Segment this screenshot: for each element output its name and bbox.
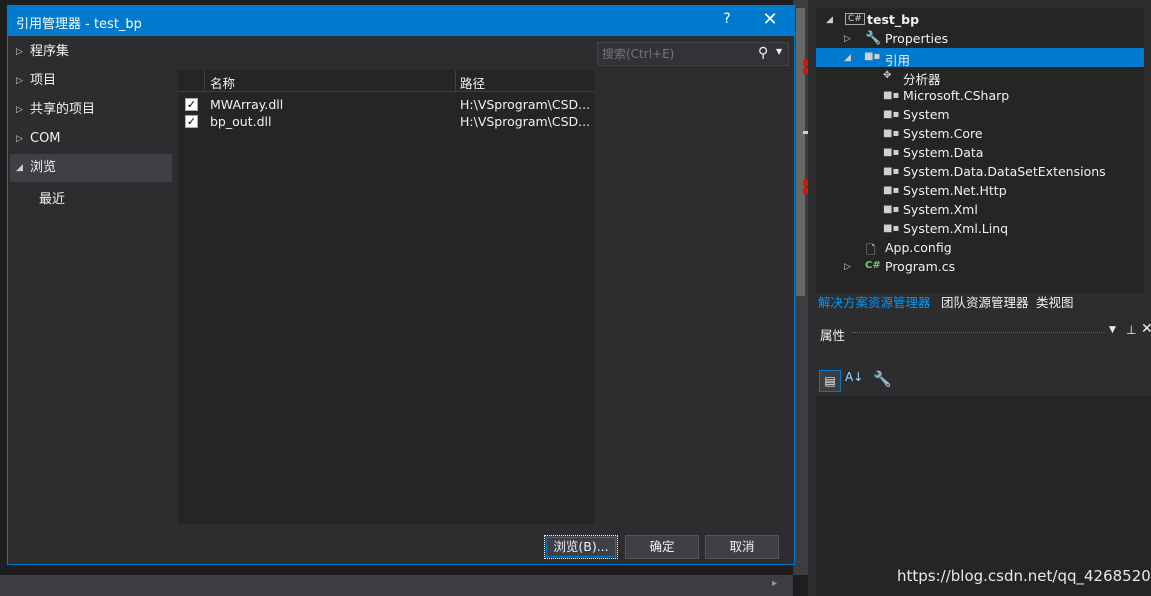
watermark: https://blog.csdn.net/qq_42685207	[897, 567, 1151, 585]
column-separator[interactable]	[455, 70, 456, 91]
table-row[interactable]: ✓ MWArray.dll H:\VSprogram\CSD...	[178, 96, 594, 113]
help-button[interactable]: ?	[718, 11, 736, 27]
row-checkbox[interactable]: ✓	[185, 98, 198, 111]
tree-item-app-config[interactable]: App.config	[885, 240, 952, 255]
tree-item-reference[interactable]: System.Xml.Linq	[903, 221, 1008, 236]
panel-grip[interactable]	[852, 332, 1104, 334]
reference-name: MWArray.dll	[210, 97, 284, 112]
column-header-name[interactable]: 名称	[210, 73, 235, 92]
nav-item-assemblies[interactable]: ▷ 程序集	[10, 38, 172, 66]
reference-icon: ■▪	[883, 90, 900, 101]
tree-item-reference[interactable]: System.Data	[903, 145, 983, 160]
properties-title: 属性	[820, 328, 846, 343]
search-input[interactable]	[598, 43, 758, 65]
expand-arrow-icon: ▷	[16, 76, 23, 86]
tree-item-reference[interactable]: System.Core	[903, 126, 983, 141]
collapse-arrow-icon: ◢	[16, 163, 23, 173]
wrench-icon: 🔧	[865, 31, 882, 46]
tree-item-properties[interactable]: Properties	[885, 31, 948, 46]
reference-icon: ■▪	[883, 204, 900, 215]
reference-path: H:\VSprogram\CSD...	[460, 114, 590, 129]
list-header: 名称 路径	[178, 70, 594, 92]
error-marker	[803, 180, 808, 186]
error-marker	[803, 60, 808, 66]
reference-icon: ■▪	[883, 185, 900, 196]
reference-name: bp_out.dll	[210, 114, 272, 129]
tab-class-view[interactable]: 类视图	[1036, 294, 1074, 314]
pin-icon[interactable]: ⊥	[1126, 323, 1136, 337]
column-separator[interactable]	[204, 70, 205, 91]
chevron-down-icon[interactable]: ▼	[776, 47, 782, 56]
reference-icon: ■▪	[883, 128, 900, 139]
analyzer-icon: ✥	[883, 70, 892, 81]
config-icon: 🗋	[866, 243, 876, 257]
tree-item-references[interactable]: 引用	[885, 50, 910, 69]
search-icon[interactable]: ⚲	[758, 45, 768, 61]
properties-grid	[816, 396, 1151, 596]
row-checkbox[interactable]: ✓	[185, 115, 198, 128]
close-button[interactable]: ✕	[760, 9, 780, 30]
tree-item-reference[interactable]: System.Net.Http	[903, 183, 1007, 198]
csharp-file-icon: C#	[865, 260, 881, 271]
dialog-title: 引用管理器 - test_bp	[16, 17, 142, 32]
tree-item-reference[interactable]: System.Xml	[903, 202, 978, 217]
error-marker	[803, 68, 808, 74]
reference-icon: ■▪	[883, 147, 900, 158]
nav-item-recent[interactable]: 最近	[10, 186, 172, 214]
expand-arrow-icon[interactable]: ▷	[844, 34, 851, 44]
alphabetical-sort-icon[interactable]: A↓	[845, 370, 863, 384]
references-icon: ■▪	[864, 51, 881, 62]
reference-icon: ■▪	[883, 166, 900, 177]
close-icon[interactable]: ✕	[1141, 321, 1151, 337]
expand-arrow-icon: ▷	[16, 47, 23, 57]
tree-item-project[interactable]: test_bp	[867, 12, 919, 27]
editor-scroll-thumb[interactable]	[796, 8, 805, 296]
caret-marker	[803, 131, 808, 134]
tree-item-reference[interactable]: Microsoft.CSharp	[903, 88, 1009, 103]
reference-manager-dialog: 引用管理器 - test_bp ? ✕ ▷ 程序集 ▷ 项目 ▷ 共享的项目 ▷…	[7, 5, 795, 565]
wrench-icon[interactable]: 🔧	[873, 370, 892, 388]
editor-horizontal-scrollbar[interactable]	[0, 575, 793, 596]
tree-item-analyzers[interactable]: 分析器	[903, 69, 941, 88]
column-header-path[interactable]: 路径	[460, 73, 485, 92]
nav-item-browse[interactable]: ◢ 浏览	[10, 154, 172, 182]
table-row[interactable]: ✓ bp_out.dll H:\VSprogram\CSD...	[178, 113, 594, 130]
cancel-button[interactable]: 取消	[705, 535, 779, 559]
error-marker	[803, 188, 808, 194]
solution-explorer-scrollbar[interactable]	[1144, 8, 1151, 293]
nav-item-projects[interactable]: ▷ 项目	[10, 67, 172, 95]
nav-item-shared-projects[interactable]: ▷ 共享的项目	[10, 96, 172, 124]
scroll-right-icon[interactable]: ▸	[772, 578, 777, 589]
collapse-arrow-icon[interactable]: ◢	[826, 15, 833, 25]
csharp-project-icon: C#	[845, 13, 865, 25]
solution-explorer-search-strip	[816, 0, 1151, 8]
dialog-title-bar: 引用管理器 - test_bp ? ✕	[8, 6, 794, 36]
tree-item-reference[interactable]: System	[903, 107, 950, 122]
reference-icon: ■▪	[883, 109, 900, 120]
search-box: ⚲ ▼	[597, 42, 789, 66]
tree-item-program-cs[interactable]: Program.cs	[885, 259, 955, 274]
tab-solution-explorer[interactable]: 解决方案资源管理器	[818, 294, 931, 314]
reference-list: 名称 路径 ✓ MWArray.dll H:\VSprogram\CSD... …	[178, 70, 594, 524]
tree-item-reference[interactable]: System.Data.DataSetExtensions	[903, 164, 1106, 179]
categorized-icon[interactable]: ▤	[819, 370, 841, 392]
ok-button[interactable]: 确定	[625, 535, 699, 559]
collapse-arrow-icon[interactable]: ◢	[844, 53, 851, 63]
expand-arrow-icon: ▷	[16, 105, 23, 115]
browse-button[interactable]: 浏览(B)...	[544, 535, 618, 559]
expand-arrow-icon[interactable]: ▷	[844, 262, 851, 272]
expand-arrow-icon: ▷	[16, 134, 23, 144]
nav-item-com[interactable]: ▷ COM	[10, 125, 172, 153]
reference-path: H:\VSprogram\CSD...	[460, 97, 590, 112]
reference-icon: ■▪	[883, 223, 900, 234]
chevron-down-icon[interactable]: ▼	[1109, 325, 1116, 335]
tab-team-explorer[interactable]: 团队资源管理器	[941, 294, 1029, 314]
properties-toolbar	[816, 365, 1151, 395]
